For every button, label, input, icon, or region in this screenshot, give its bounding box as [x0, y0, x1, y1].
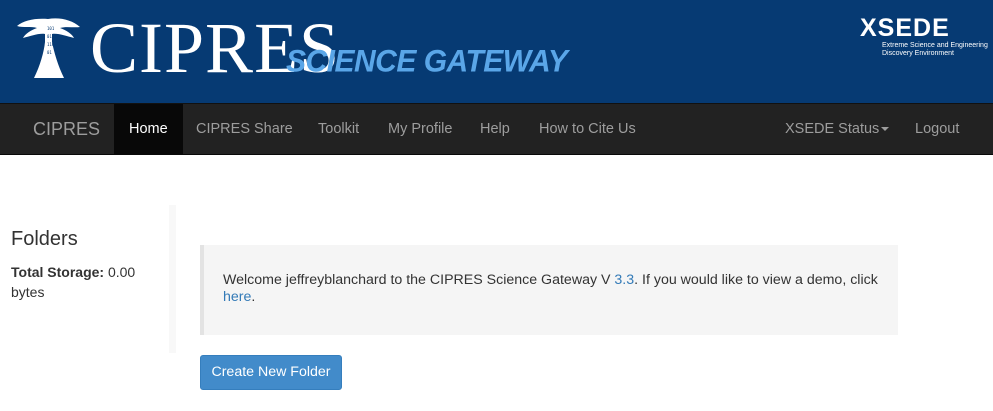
- demo-link[interactable]: here: [223, 289, 251, 305]
- site-banner: 101 0110 110 01 CIPRES SCIENCE GATEWAY X…: [0, 0, 993, 103]
- main-navbar: CIPRES Home CIPRES Share Toolkit My Prof…: [0, 103, 993, 155]
- xsede-wordmark: XSEDE: [860, 14, 950, 42]
- svg-text:01: 01: [47, 50, 52, 55]
- welcome-text-3: .: [251, 289, 256, 305]
- welcome-text-1: Welcome jeffreyblanchard to the CIPRES S…: [223, 272, 615, 288]
- create-new-folder-button[interactable]: Create New Folder: [200, 355, 342, 390]
- nav-help[interactable]: Help: [465, 104, 525, 154]
- nav-home[interactable]: Home: [114, 104, 183, 154]
- xsede-tagline-1: Extreme Science and Engineering: [882, 42, 988, 49]
- navbar-brand[interactable]: CIPRES: [33, 104, 100, 154]
- nav-cipres-share[interactable]: CIPRES Share: [181, 104, 308, 154]
- nav-how-to-cite[interactable]: How to Cite Us: [524, 104, 651, 154]
- brand-subtitle: SCIENCE GATEWAY: [286, 44, 568, 79]
- welcome-message: Welcome jeffreyblanchard to the CIPRES S…: [223, 272, 893, 306]
- folders-heading: Folders: [11, 228, 78, 250]
- nav-xsede-status-label: XSEDE Status: [785, 121, 880, 137]
- storage-label: Total Storage:: [11, 264, 105, 280]
- nav-xsede-status[interactable]: XSEDE Status: [770, 104, 904, 154]
- welcome-text-2: . If you would like to view a demo, clic…: [634, 272, 878, 288]
- svg-text:110: 110: [47, 42, 55, 47]
- svg-text:0110: 0110: [47, 34, 57, 39]
- nav-logout[interactable]: Logout: [900, 104, 974, 154]
- xsede-tagline-2: Discovery Environment: [882, 50, 954, 57]
- welcome-well: Welcome jeffreyblanchard to the CIPRES S…: [200, 245, 898, 335]
- nav-my-profile[interactable]: My Profile: [373, 104, 467, 154]
- nav-toolkit[interactable]: Toolkit: [303, 104, 374, 154]
- version-link[interactable]: 3.3: [614, 272, 634, 288]
- svg-text:101: 101: [47, 26, 55, 31]
- cipres-tree-icon: 101 0110 110 01: [17, 18, 80, 78]
- caret-down-icon: [881, 127, 890, 132]
- total-storage: Total Storage: 0.00 bytes: [11, 262, 161, 302]
- xsede-logo: XSEDE Extreme Science and Engineering Di…: [860, 14, 988, 58]
